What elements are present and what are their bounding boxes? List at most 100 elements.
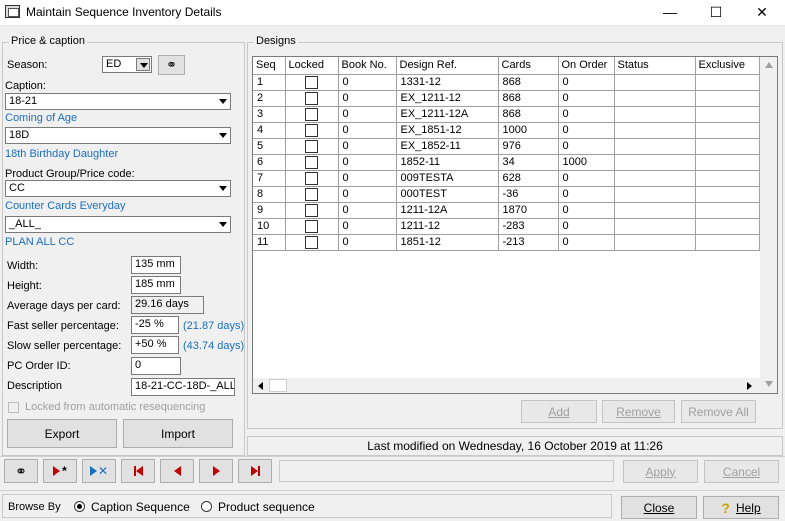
design-ref-cell[interactable]: EX_1852-11 xyxy=(396,138,499,155)
status-cell[interactable] xyxy=(614,202,696,219)
book-no-cell[interactable]: 0 xyxy=(338,234,397,251)
product-sequence-radio[interactable] xyxy=(201,501,212,512)
on-order-cell[interactable]: 0 xyxy=(558,202,615,219)
exclusive-cell[interactable] xyxy=(695,234,760,251)
book-no-cell[interactable]: 0 xyxy=(338,202,397,219)
locked-row-checkbox[interactable] xyxy=(305,187,318,201)
last-record-button[interactable] xyxy=(238,459,272,483)
status-cell[interactable] xyxy=(614,90,696,107)
book-no-cell[interactable]: 0 xyxy=(338,218,397,235)
locked-row-checkbox[interactable] xyxy=(305,155,318,169)
seq-cell[interactable]: 11 xyxy=(253,234,286,251)
season-select[interactable]: ED xyxy=(102,56,152,73)
on-order-cell[interactable]: 0 xyxy=(558,90,615,107)
remove-button[interactable]: Remove xyxy=(602,400,675,423)
on-order-cell[interactable]: 0 xyxy=(558,74,615,91)
insert-record-button[interactable]: * xyxy=(43,459,77,483)
exclusive-cell[interactable] xyxy=(695,106,760,123)
design-ref-cell[interactable]: 1852-11 xyxy=(396,154,499,171)
book-no-cell[interactable]: 0 xyxy=(338,186,397,203)
scroll-down-icon[interactable] xyxy=(765,381,773,387)
first-record-button[interactable] xyxy=(121,459,155,483)
col-header-design-ref[interactable]: Design Ref. xyxy=(396,57,499,75)
delete-record-button[interactable]: ✕ xyxy=(82,459,116,483)
on-order-cell[interactable]: 1000 xyxy=(558,154,615,171)
cards-cell[interactable]: 1870 xyxy=(498,202,559,219)
seq-cell[interactable]: 4 xyxy=(253,122,286,139)
locked-row-checkbox[interactable] xyxy=(305,171,318,185)
help-button[interactable]: ? Help xyxy=(703,496,779,519)
seq-cell[interactable]: 7 xyxy=(253,170,286,187)
locked-row-checkbox[interactable] xyxy=(305,91,318,105)
caption-select[interactable]: 18-21 xyxy=(5,93,231,110)
table-row[interactable]: 10 0 1211-12 -283 0 xyxy=(253,218,760,235)
width-field[interactable]: 135 mm xyxy=(131,256,181,274)
col-header-on-order[interactable]: On Order xyxy=(558,57,615,75)
scroll-up-icon[interactable] xyxy=(765,62,773,68)
locked-row-checkbox[interactable] xyxy=(305,203,318,217)
locked-cell[interactable] xyxy=(285,106,339,123)
status-cell[interactable] xyxy=(614,138,696,155)
height-field[interactable]: 185 mm xyxy=(131,276,181,294)
locked-row-checkbox[interactable] xyxy=(305,219,318,233)
close-window-button[interactable]: ✕ xyxy=(739,0,785,26)
table-row[interactable]: 5 0 EX_1852-11 976 0 xyxy=(253,138,760,155)
on-order-cell[interactable]: 0 xyxy=(558,122,615,139)
book-no-cell[interactable]: 0 xyxy=(338,74,397,91)
cards-cell[interactable]: 628 xyxy=(498,170,559,187)
book-no-cell[interactable]: 0 xyxy=(338,138,397,155)
design-ref-cell[interactable]: 000TEST xyxy=(396,186,499,203)
table-row[interactable]: 11 0 1851-12 -213 0 xyxy=(253,234,760,251)
cards-cell[interactable]: 1000 xyxy=(498,122,559,139)
status-cell[interactable] xyxy=(614,234,696,251)
col-header-status[interactable]: Status xyxy=(614,57,696,75)
export-button[interactable]: Export xyxy=(7,419,117,448)
status-cell[interactable] xyxy=(614,74,696,91)
seq-cell[interactable]: 6 xyxy=(253,154,286,171)
scroll-right-icon[interactable] xyxy=(747,382,752,390)
table-row[interactable]: 9 0 1211-12A 1870 0 xyxy=(253,202,760,219)
design-ref-cell[interactable]: 009TESTA xyxy=(396,170,499,187)
locked-cell[interactable] xyxy=(285,234,339,251)
status-cell[interactable] xyxy=(614,122,696,139)
on-order-cell[interactable]: 0 xyxy=(558,234,615,251)
on-order-cell[interactable]: 0 xyxy=(558,106,615,123)
status-cell[interactable] xyxy=(614,170,696,187)
book-no-cell[interactable]: 0 xyxy=(338,106,397,123)
caption-sequence-radio[interactable] xyxy=(74,501,85,512)
col-header-cards[interactable]: Cards xyxy=(498,57,559,75)
book-no-cell[interactable]: 0 xyxy=(338,170,397,187)
book-no-cell[interactable]: 0 xyxy=(338,90,397,107)
col-header-seq[interactable]: Seq xyxy=(253,57,286,75)
table-row[interactable]: 7 0 009TESTA 628 0 xyxy=(253,170,760,187)
seq-cell[interactable]: 3 xyxy=(253,106,286,123)
on-order-cell[interactable]: 0 xyxy=(558,186,615,203)
cards-cell[interactable]: -283 xyxy=(498,218,559,235)
exclusive-cell[interactable] xyxy=(695,74,760,91)
table-row[interactable]: 8 0 000TEST -36 0 xyxy=(253,186,760,203)
seq-cell[interactable]: 2 xyxy=(253,90,286,107)
table-row[interactable]: 4 0 EX_1851-12 1000 0 xyxy=(253,122,760,139)
col-header-book-no[interactable]: Book No. xyxy=(338,57,397,75)
locked-cell[interactable] xyxy=(285,90,339,107)
close-button[interactable]: Close xyxy=(621,496,697,519)
cards-cell[interactable]: 868 xyxy=(498,106,559,123)
status-cell[interactable] xyxy=(614,106,696,123)
table-row[interactable]: 1 0 1331-12 868 0 xyxy=(253,74,760,91)
cards-cell[interactable]: 868 xyxy=(498,74,559,91)
locked-row-checkbox[interactable] xyxy=(305,123,318,137)
locked-cell[interactable] xyxy=(285,186,339,203)
book-no-cell[interactable]: 0 xyxy=(338,154,397,171)
exclusive-cell[interactable] xyxy=(695,154,760,171)
status-cell[interactable] xyxy=(614,186,696,203)
on-order-cell[interactable]: 0 xyxy=(558,218,615,235)
book-no-cell[interactable]: 0 xyxy=(338,122,397,139)
product-group-select[interactable]: CC xyxy=(5,180,231,197)
design-ref-cell[interactable]: 1331-12 xyxy=(396,74,499,91)
cancel-button[interactable]: Cancel xyxy=(704,460,779,483)
status-cell[interactable] xyxy=(614,154,696,171)
locked-row-checkbox[interactable] xyxy=(305,139,318,153)
table-row[interactable]: 2 0 EX_1211-12 868 0 xyxy=(253,90,760,107)
fast-seller-field[interactable]: -25 % xyxy=(131,316,179,334)
plan-select[interactable]: _ALL_ xyxy=(5,216,231,233)
